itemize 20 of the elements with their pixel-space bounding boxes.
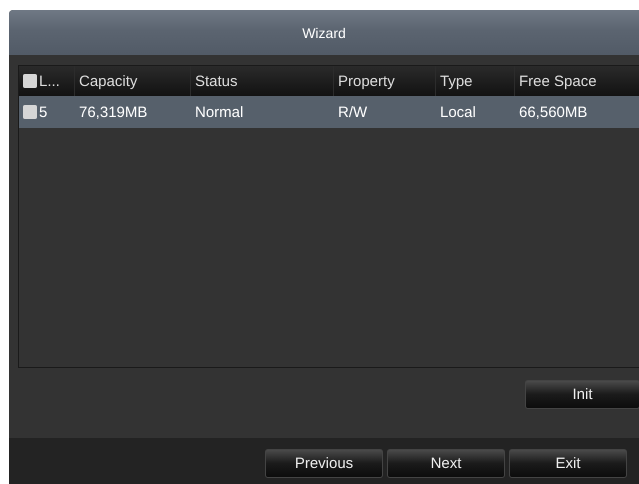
checkbox[interactable]	[23, 74, 37, 88]
table-cell: Normal	[195, 104, 244, 120]
footer-button[interactable]: Exit	[509, 448, 627, 478]
table-row[interactable]: 5 76,319MB Normal R/W Local 66,560MB	[19, 96, 639, 128]
table-cell: 76,319MB	[79, 104, 148, 120]
table-cell: 66,560MB	[519, 104, 588, 120]
column-label: Free Space	[519, 72, 597, 90]
footer-button[interactable]: Next	[387, 448, 505, 478]
checkbox[interactable]	[23, 105, 37, 119]
column-label: L...	[39, 72, 60, 90]
window-title: Wizard	[302, 24, 346, 40]
footer-button[interactable]: Previous	[265, 448, 383, 478]
column-label: Property	[338, 72, 395, 90]
column-label: Type	[440, 72, 473, 90]
column-label: Status	[195, 72, 238, 90]
init-button[interactable]: Init	[525, 380, 639, 409]
table-cell: Local	[440, 104, 476, 120]
table-cell: R/W	[338, 104, 368, 120]
column-label: Capacity	[79, 72, 138, 90]
table-cell: 5	[39, 104, 48, 120]
